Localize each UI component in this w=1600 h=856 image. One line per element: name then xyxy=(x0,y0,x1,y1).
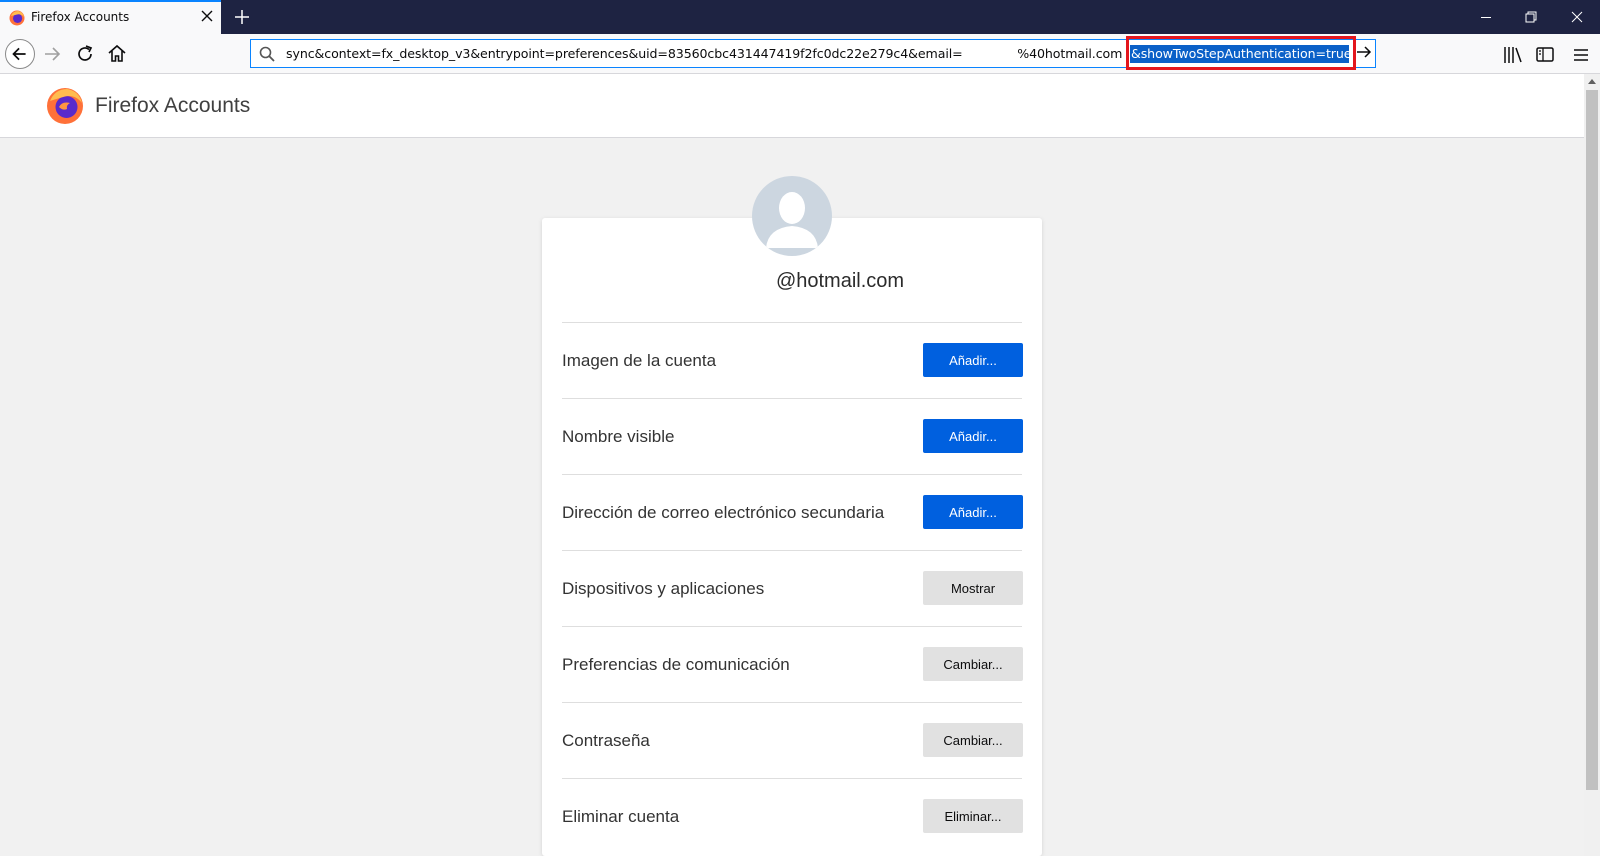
settings-row-label: Nombre visible xyxy=(562,427,675,446)
firefox-logo-icon xyxy=(47,88,83,124)
sidebar-icon[interactable] xyxy=(1532,42,1558,68)
brand-name: Firefox Accounts xyxy=(95,94,251,117)
eliminar-button[interactable]: Eliminar... xyxy=(923,799,1023,833)
settings-row-eliminar-cuenta: Eliminar cuenta Eliminar... xyxy=(562,778,1023,855)
tab-firefox-accounts[interactable]: Firefox Accounts xyxy=(0,0,221,34)
settings-row-label: Imagen de la cuenta xyxy=(562,351,717,370)
settings-row-imagen-de-la-cuenta: Imagen de la cuenta Añadir... xyxy=(562,322,1023,399)
arrow-right-icon[interactable] xyxy=(40,41,66,67)
settings-row-preferencias-de-comunicacion: Preferencias de comunicación Cambiar... xyxy=(562,626,1023,703)
home-icon[interactable] xyxy=(104,41,130,67)
settings-row-contrasena: Contraseña Cambiar... xyxy=(562,702,1023,779)
settings-row-label: Dirección de correo electrónico secundar… xyxy=(562,503,885,522)
anadir-button[interactable]: Añadir... xyxy=(923,419,1023,453)
anadir-button[interactable]: Añadir... xyxy=(923,343,1023,377)
anadir-button[interactable]: Añadir... xyxy=(923,495,1023,529)
arrow-right-icon[interactable] xyxy=(1354,42,1374,62)
restore-icon[interactable] xyxy=(1523,9,1539,25)
page-header: Firefox Accounts xyxy=(0,74,1584,138)
title-bar: Firefox Accounts xyxy=(0,0,1600,34)
settings-row-label: Contraseña xyxy=(562,731,650,750)
settings-row-label: Eliminar cuenta xyxy=(562,807,680,826)
cambiar-button[interactable]: Cambiar... xyxy=(923,647,1023,681)
scrollbar[interactable] xyxy=(1584,74,1600,856)
search-icon xyxy=(259,46,275,62)
reload-icon[interactable] xyxy=(72,41,98,67)
chevron-up-icon[interactable] xyxy=(1588,78,1596,84)
user-silhouette-icon xyxy=(766,192,818,248)
account-email: @hotmail.com xyxy=(775,270,905,292)
minimize-icon[interactable] xyxy=(1478,9,1494,25)
firefox-logo-icon xyxy=(9,10,25,26)
settings-row-label: Dispositivos y aplicaciones xyxy=(562,579,765,598)
settings-row-dispositivos-y-aplicaciones: Dispositivos y aplicaciones Mostrar xyxy=(562,550,1023,627)
window-close-icon[interactable] xyxy=(1569,9,1585,25)
settings-row-direccion-de-correo-electronico-secundaria: Dirección de correo electrónico secundar… xyxy=(562,474,1023,551)
library-icon[interactable] xyxy=(1500,42,1526,68)
cambiar-button[interactable]: Cambiar... xyxy=(923,723,1023,757)
tab-title: Firefox Accounts xyxy=(31,10,130,24)
close-icon[interactable] xyxy=(199,8,215,24)
mostrar-button[interactable]: Mostrar xyxy=(923,571,1023,605)
arrow-left-icon[interactable] xyxy=(5,39,35,69)
annotation-highlight-box xyxy=(1126,36,1356,70)
hamburger-menu-icon[interactable] xyxy=(1568,42,1594,68)
url-text[interactable]: sync&context=fx_desktop_v3&entrypoint=pr… xyxy=(286,46,1122,61)
avatar[interactable] xyxy=(752,176,832,256)
plus-icon[interactable] xyxy=(232,7,252,27)
scrollbar-thumb[interactable] xyxy=(1586,90,1598,790)
settings-row-nombre-visible: Nombre visible Añadir... xyxy=(562,398,1023,475)
settings-row-label: Preferencias de comunicación xyxy=(562,655,790,674)
